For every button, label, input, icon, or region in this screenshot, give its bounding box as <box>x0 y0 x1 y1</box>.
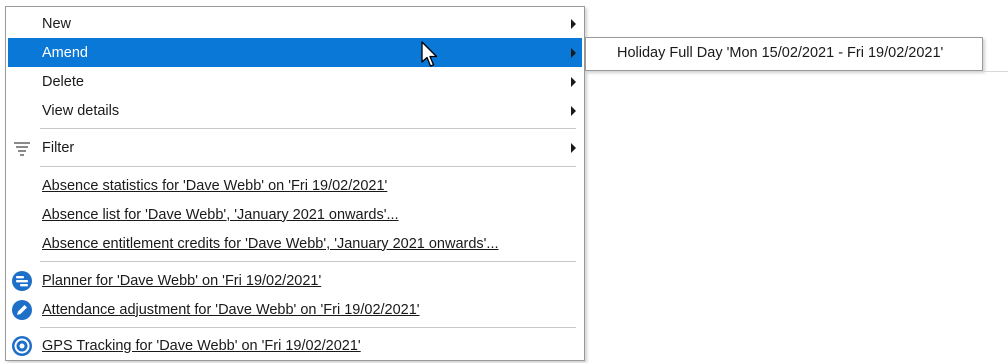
submenu-arrow-icon <box>571 18 576 29</box>
menu-item-gps-tracking[interactable]: GPS Tracking for 'Dave Webb' on 'Fri 19/… <box>8 331 582 360</box>
menu-item-attendance-adjustment-label: Attendance adjustment for 'Dave Webb' on… <box>42 301 420 318</box>
background-divider <box>585 71 1008 72</box>
pencil-circle-icon <box>12 300 32 320</box>
menu-item-new[interactable]: New <box>8 9 582 38</box>
menu-item-absence-statistics[interactable]: Absence statistics for 'Dave Webb' on 'F… <box>8 171 582 200</box>
menu-item-amend[interactable]: Amend <box>8 38 582 67</box>
menu-item-filter[interactable]: Filter <box>8 133 582 162</box>
menu-item-view-details-label: View details <box>42 102 120 119</box>
menu-item-absence-list-label: Absence list for 'Dave Webb', 'January 2… <box>42 206 399 223</box>
amend-submenu: Holiday Full Day 'Mon 15/02/2021 - Fri 1… <box>585 37 983 71</box>
menu-item-filter-label: Filter <box>42 139 75 156</box>
mouse-cursor-icon <box>421 41 438 67</box>
menu-item-delete[interactable]: Delete <box>8 67 582 96</box>
menu-item-amend-label: Amend <box>42 44 88 61</box>
menu-item-planner[interactable]: Planner for 'Dave Webb' on 'Fri 19/02/20… <box>8 266 582 295</box>
menu-separator <box>40 166 576 167</box>
planner-icon <box>12 271 32 291</box>
context-menu: New Amend Delete View details Filter Abs… <box>5 6 585 361</box>
menu-separator <box>40 327 576 328</box>
target-icon <box>12 336 32 356</box>
menu-separator <box>40 128 576 129</box>
submenu-item-holiday[interactable]: Holiday Full Day 'Mon 15/02/2021 - Fri 1… <box>617 45 943 61</box>
menu-item-absence-list[interactable]: Absence list for 'Dave Webb', 'January 2… <box>8 200 582 229</box>
menu-item-new-label: New <box>42 15 72 32</box>
menu-item-gps-tracking-label: GPS Tracking for 'Dave Webb' on 'Fri 19/… <box>42 337 361 354</box>
funnel-icon <box>14 142 30 156</box>
submenu-arrow-icon <box>571 105 576 116</box>
menu-item-planner-label: Planner for 'Dave Webb' on 'Fri 19/02/20… <box>42 272 322 289</box>
menu-item-view-details[interactable]: View details <box>8 96 582 125</box>
menu-item-delete-label: Delete <box>42 73 84 90</box>
menu-item-absence-entitlement-label: Absence entitlement credits for 'Dave We… <box>42 235 499 252</box>
menu-item-attendance-adjustment[interactable]: Attendance adjustment for 'Dave Webb' on… <box>8 295 582 324</box>
submenu-arrow-icon <box>571 142 576 153</box>
submenu-arrow-icon <box>571 47 576 58</box>
menu-item-absence-entitlement[interactable]: Absence entitlement credits for 'Dave We… <box>8 229 582 258</box>
menu-separator <box>40 261 576 262</box>
menu-item-absence-statistics-label: Absence statistics for 'Dave Webb' on 'F… <box>42 177 388 194</box>
submenu-arrow-icon <box>571 76 576 87</box>
